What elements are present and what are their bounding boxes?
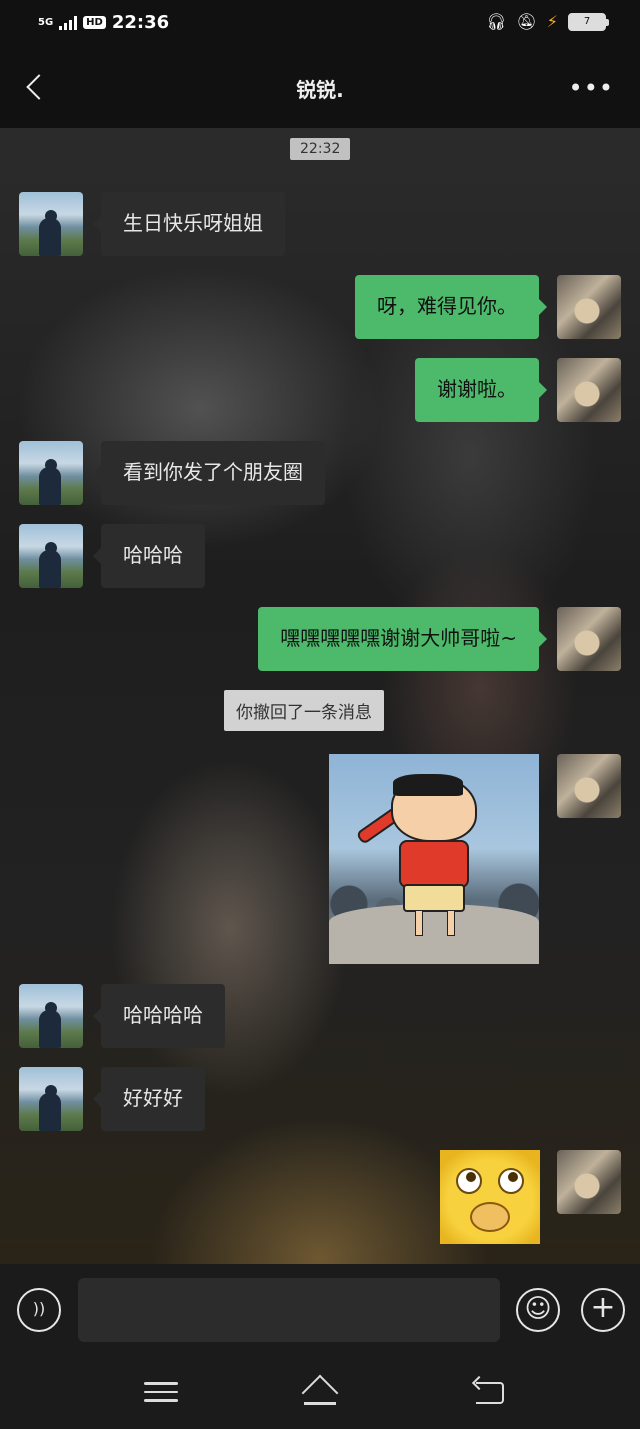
status-bar: 5G HD 22:36 🎧︎ 🔕︎ ⚡︎ 7 — [0, 0, 640, 48]
crayon-shin-chan-sticker[interactable] — [329, 754, 539, 964]
system-navigation-bar — [0, 1356, 640, 1429]
my-avatar[interactable] — [557, 754, 621, 818]
voice-icon[interactable]: )) — [17, 1288, 61, 1332]
battery-icon: 7 — [568, 12, 609, 31]
friend-avatar[interactable] — [19, 984, 83, 1048]
mute-bell-icon: 🔕︎ — [516, 12, 537, 31]
plus-icon[interactable]: + — [581, 1288, 625, 1332]
message-input[interactable] — [78, 1278, 500, 1342]
signal-icon — [59, 15, 78, 30]
friend-avatar[interactable] — [19, 524, 83, 588]
my-avatar[interactable] — [557, 607, 621, 671]
home-button[interactable] — [300, 1376, 336, 1406]
network-type: 5G — [38, 16, 54, 28]
chat-header: 锐锐. ••• — [0, 48, 640, 128]
my-avatar[interactable] — [557, 275, 621, 339]
clock: 22:36 — [111, 12, 170, 33]
message-bubble-friend[interactable]: 看到你发了个朋友圈 — [93, 441, 325, 505]
message-timestamp: 22:32 — [290, 138, 351, 160]
friend-avatar[interactable] — [19, 192, 83, 256]
message-bubble-friend[interactable]: 好好好 — [93, 1067, 205, 1131]
system-back-button[interactable] — [472, 1376, 506, 1406]
message-bubble-me[interactable]: 嘿嘿嘿嘿嘿谢谢大帅哥啦~ — [258, 607, 547, 671]
message-bubble-me[interactable]: 呀，难得见你。 — [355, 275, 547, 339]
recall-notice: 你撤回了一条消息 — [224, 690, 384, 731]
my-avatar[interactable] — [557, 358, 621, 422]
emoji-icon[interactable]: ☺︎ — [516, 1288, 560, 1332]
message-bubble-me[interactable]: 谢谢啦。 — [415, 358, 547, 422]
charging-icon: ⚡︎ — [546, 12, 558, 31]
message-bubble-friend[interactable]: 哈哈哈哈 — [93, 984, 225, 1048]
input-bar: )) ☺︎ + — [0, 1264, 640, 1356]
my-avatar[interactable] — [557, 1150, 621, 1214]
message-list[interactable]: 22:32 生日快乐呀姐姐 呀，难得见你。 谢谢啦。 看到你发了个朋友圈 哈哈哈… — [0, 128, 640, 1264]
friend-avatar[interactable] — [19, 1067, 83, 1131]
friend-avatar[interactable] — [19, 441, 83, 505]
message-bubble-friend[interactable]: 哈哈哈 — [93, 524, 205, 588]
recent-apps-button[interactable] — [144, 1376, 178, 1406]
contact-name: 锐锐. — [296, 78, 344, 102]
message-bubble-friend[interactable]: 生日快乐呀姐姐 — [93, 192, 285, 256]
hd-badge: HD — [83, 16, 106, 29]
more-options-button[interactable]: ••• — [569, 76, 614, 100]
headphones-icon: 🎧︎ — [486, 12, 507, 31]
drooling-emoji-sticker[interactable] — [440, 1150, 540, 1244]
